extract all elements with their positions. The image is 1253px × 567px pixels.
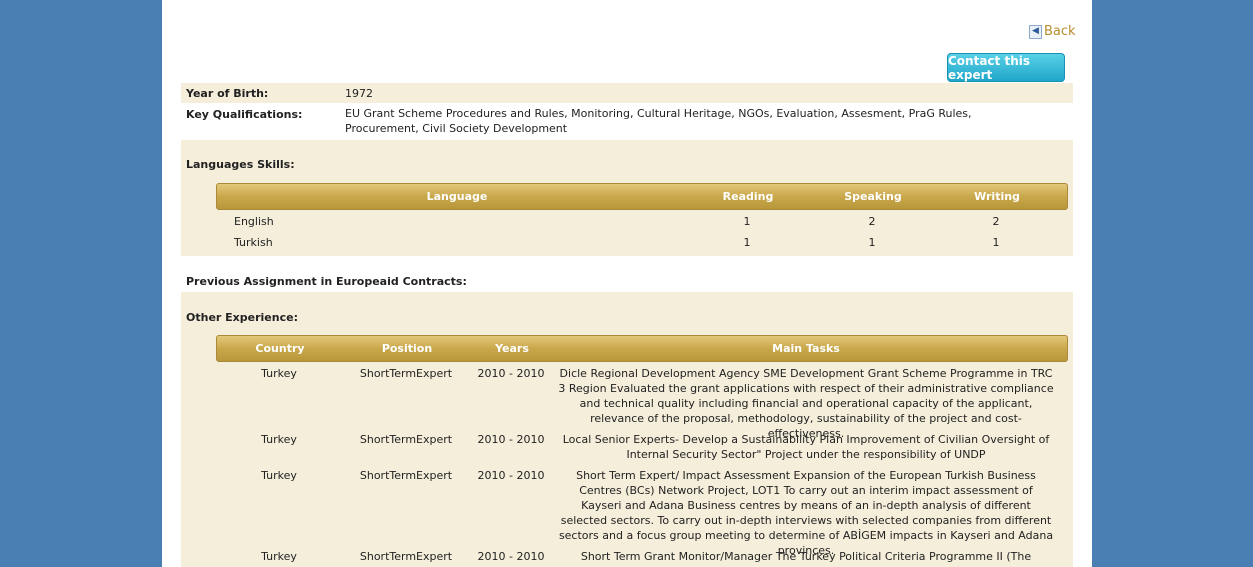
languages-label: Languages Skills: [186,158,295,171]
experience-country: Turkey [261,550,297,563]
experience-country: Turkey [261,367,297,380]
previous-assignment-label: Previous Assignment in Europeaid Contrac… [186,275,467,288]
content-panel: ◀ Back Contact this expert Year of Birth… [162,0,1092,567]
languages-table-header: Language Reading Speaking Writing [216,183,1068,210]
other-experience-section: Other Experience: Country Position Years… [181,292,1073,567]
reading-level: 1 [743,236,751,249]
speaking-level: 1 [868,236,876,249]
header-speaking: Speaking [844,190,902,203]
contact-expert-button[interactable]: Contact this expert [947,53,1065,82]
experience-position: ShortTermExpert [359,550,453,563]
experience-table-header: Country Position Years Main Tasks [216,335,1068,362]
experience-years: 2010 - 2010 [477,367,545,380]
experience-position: ShortTermExpert [359,367,453,380]
year-of-birth-label: Year of Birth: [186,87,269,100]
language-name: Turkish [234,236,273,249]
speaking-level: 2 [868,215,876,228]
year-of-birth-value: 1972 [345,87,373,100]
key-qualifications-value: EU Grant Scheme Procedures and Rules, Mo… [345,107,972,135]
key-qualifications-label: Key Qualifications: [186,108,303,121]
header-position: Position [381,342,433,355]
experience-position: ShortTermExpert [359,433,453,446]
experience-tasks: Dicle Regional Development Agency SME De… [558,367,1054,440]
back-arrow-icon: ◀ [1029,24,1042,39]
header-main-tasks: Main Tasks [772,342,840,355]
back-label: Back [1044,24,1076,39]
experience-years: 2010 - 2010 [477,469,545,482]
header-reading: Reading [722,190,774,203]
experience-country: Turkey [261,433,297,446]
header-language: Language [426,190,488,203]
header-writing: Writing [974,190,1020,203]
experience-tasks: Short Term Grant Monitor/Manager The Tur… [580,550,1032,567]
header-country: Country [255,342,305,355]
back-link[interactable]: ◀ Back [1029,24,1076,39]
previous-assignment-row: Previous Assignment in Europeaid Contrac… [181,256,1073,292]
languages-section: Languages Skills: Language Reading Speak… [181,140,1073,256]
writing-level: 2 [992,215,1000,228]
experience-tasks: Short Term Expert/ Impact Assessment Exp… [558,469,1054,557]
reading-level: 1 [743,215,751,228]
experience-years: 2010 - 2010 [477,550,545,563]
experience-country: Turkey [261,469,297,482]
writing-level: 1 [992,236,1000,249]
key-qualifications-row: Key Qualifications: EU Grant Scheme Proc… [181,103,1073,140]
header-years: Years [495,342,529,355]
other-experience-label: Other Experience: [186,311,298,324]
year-of-birth-row: Year of Birth: 1972 [181,83,1073,103]
experience-tasks: Local Senior Experts- Develop a Sustaina… [562,433,1050,461]
experience-years: 2010 - 2010 [477,433,545,446]
language-name: English [234,215,274,228]
experience-position: ShortTermExpert [359,469,453,482]
